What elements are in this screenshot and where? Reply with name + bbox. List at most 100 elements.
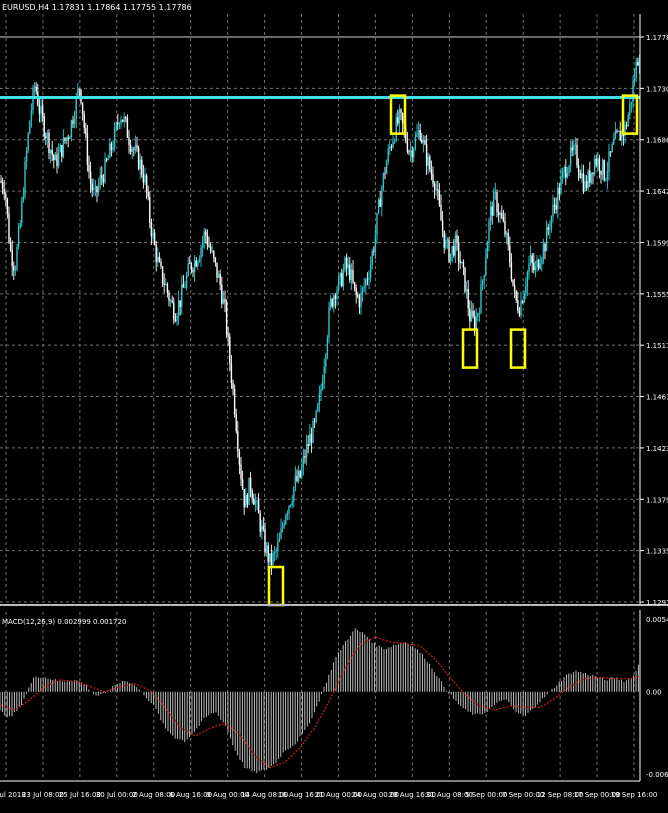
candle-body — [249, 477, 252, 491]
candle-body — [86, 134, 89, 165]
candle-body — [425, 144, 428, 166]
candle-body — [22, 196, 25, 201]
candle-body — [35, 86, 37, 92]
candle-body — [528, 263, 530, 273]
candle-body — [93, 187, 95, 191]
candle-body — [469, 308, 471, 322]
candle-body — [200, 247, 202, 259]
price-tick-label: 1.17300 — [646, 85, 668, 93]
candle-body — [240, 464, 242, 480]
candle-body — [529, 255, 532, 264]
candle-body — [539, 263, 541, 269]
candle-body — [243, 489, 245, 508]
candle-body — [408, 151, 410, 153]
candle-body — [453, 245, 455, 256]
candle-body — [515, 290, 517, 301]
candle-body — [557, 187, 559, 210]
candle-body — [381, 188, 383, 207]
candle-body — [113, 128, 116, 148]
candle-body — [521, 301, 524, 303]
candle-body — [563, 167, 565, 172]
candle-body — [387, 149, 389, 163]
candle-body — [616, 130, 618, 132]
candle-body — [600, 170, 602, 175]
candle-body — [360, 292, 362, 308]
candles-layer — [0, 54, 641, 575]
candle-body — [472, 310, 474, 317]
candle-body — [373, 251, 375, 253]
candle-body — [89, 171, 92, 184]
candle-body — [509, 245, 511, 263]
candle-body — [601, 160, 604, 175]
candle-body — [467, 288, 469, 309]
candle-body — [451, 245, 453, 254]
candle-body — [414, 136, 417, 149]
candle-body — [485, 258, 487, 276]
candle-body — [587, 170, 589, 188]
candle-body — [38, 105, 41, 114]
candle-body — [62, 137, 65, 157]
candle-body — [283, 523, 285, 527]
candle-body — [438, 191, 441, 205]
candle-body — [416, 133, 418, 137]
candle-body — [584, 181, 586, 191]
candle-body — [61, 145, 63, 157]
candle-body — [81, 102, 84, 115]
candle-body — [525, 286, 527, 294]
candle-body — [217, 274, 220, 278]
candle-body — [165, 283, 167, 285]
candle-body — [54, 154, 57, 161]
candle-body — [371, 251, 373, 265]
candle-body — [197, 261, 199, 267]
candle-body — [457, 242, 460, 262]
price-tick-label: 1.15550 — [646, 291, 668, 299]
candle-body — [310, 434, 313, 443]
candle-body — [326, 337, 329, 355]
candle-body — [254, 500, 257, 505]
candle-body — [107, 157, 109, 161]
candle-body — [478, 313, 481, 315]
candle-body — [318, 394, 321, 405]
candle-body — [155, 244, 157, 263]
candle-body — [401, 112, 404, 124]
candle-body — [45, 136, 47, 139]
candle-body — [99, 175, 101, 185]
candle-body — [493, 192, 495, 216]
candle-body — [393, 140, 396, 142]
candle-body — [561, 171, 564, 178]
candle-body — [347, 264, 349, 269]
candle-body — [133, 149, 135, 150]
candle-body — [581, 173, 583, 179]
candle-body — [489, 206, 492, 221]
candle-body — [317, 404, 319, 411]
candle-body — [205, 231, 207, 236]
candle-body — [145, 174, 148, 192]
price-tick-label: 1.14670 — [646, 394, 668, 402]
candle-body — [608, 151, 610, 172]
candle-body — [609, 151, 612, 153]
candle-body — [595, 158, 597, 165]
candle-body — [582, 173, 585, 191]
candle-body — [505, 232, 508, 235]
candle-body — [41, 106, 44, 117]
candle-body — [549, 228, 551, 230]
candle-body — [136, 145, 138, 148]
candle-body — [115, 122, 117, 129]
candle-body — [198, 258, 201, 262]
candle-body — [461, 261, 463, 264]
candle-body — [390, 146, 393, 148]
candle-body — [32, 88, 34, 111]
candle-body — [376, 213, 378, 236]
candle-body — [201, 241, 204, 248]
candle-body — [251, 490, 253, 499]
candle-body — [379, 199, 381, 207]
candle-body — [520, 301, 522, 316]
candle-body — [211, 251, 213, 252]
candle-body — [270, 553, 273, 565]
candle-body — [339, 273, 341, 278]
candle-body — [312, 420, 314, 443]
candle-body — [545, 227, 548, 252]
macd-header: MACD(12,26,9) 0.002999 0.001720 — [2, 618, 126, 626]
candle-body — [269, 553, 271, 563]
candle-body — [598, 158, 601, 171]
